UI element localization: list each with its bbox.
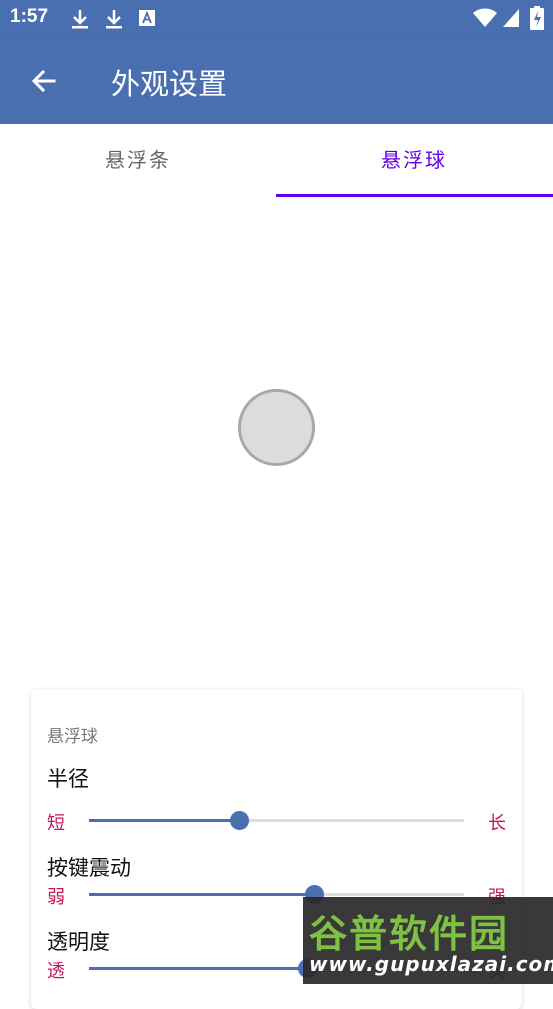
- watermark-logo-text: 谷普软件园: [309, 912, 510, 956]
- slider-fill: [89, 893, 314, 896]
- tab-indicator: [276, 194, 553, 197]
- download-icon: [70, 8, 90, 34]
- vibration-min-label: 弱: [47, 887, 65, 908]
- app-bar: 外观设置: [0, 38, 553, 124]
- arrow-back-icon: [31, 69, 56, 93]
- vibration-slider[interactable]: [89, 885, 464, 904]
- translate-icon: [138, 8, 156, 32]
- section-title: 悬浮球: [47, 727, 98, 747]
- back-button[interactable]: [24, 62, 64, 102]
- watermark-url: www.gupuxlazai.com: [309, 952, 553, 976]
- status-time: 1:57: [10, 6, 49, 27]
- tab-floating-ball[interactable]: 悬浮球: [276, 124, 552, 196]
- battery-charging-icon: [530, 6, 544, 34]
- radius-min-label: 短: [47, 813, 65, 834]
- watermark: 谷普软件园 www.gupuxlazai.com: [303, 897, 553, 984]
- slider-fill: [89, 819, 239, 822]
- page-title: 外观设置: [111, 67, 228, 101]
- vibration-label: 按键震动: [47, 856, 131, 880]
- signal-icon: [502, 8, 520, 32]
- tab-floating-bar[interactable]: 悬浮条: [0, 124, 276, 196]
- radius-max-label: 长: [488, 813, 506, 834]
- tab-bar: 悬浮条 悬浮球: [0, 124, 553, 198]
- radius-label: 半径: [47, 767, 89, 791]
- transparency-min-label: 透: [47, 961, 65, 982]
- download-icon: [104, 8, 124, 34]
- transparency-label: 透明度: [47, 930, 110, 954]
- slider-fill: [89, 967, 307, 970]
- status-bar: 1:57: [0, 0, 553, 38]
- wifi-icon: [472, 8, 498, 32]
- floating-ball-preview[interactable]: [238, 389, 315, 466]
- radius-slider[interactable]: [89, 811, 464, 830]
- slider-thumb[interactable]: [230, 811, 249, 830]
